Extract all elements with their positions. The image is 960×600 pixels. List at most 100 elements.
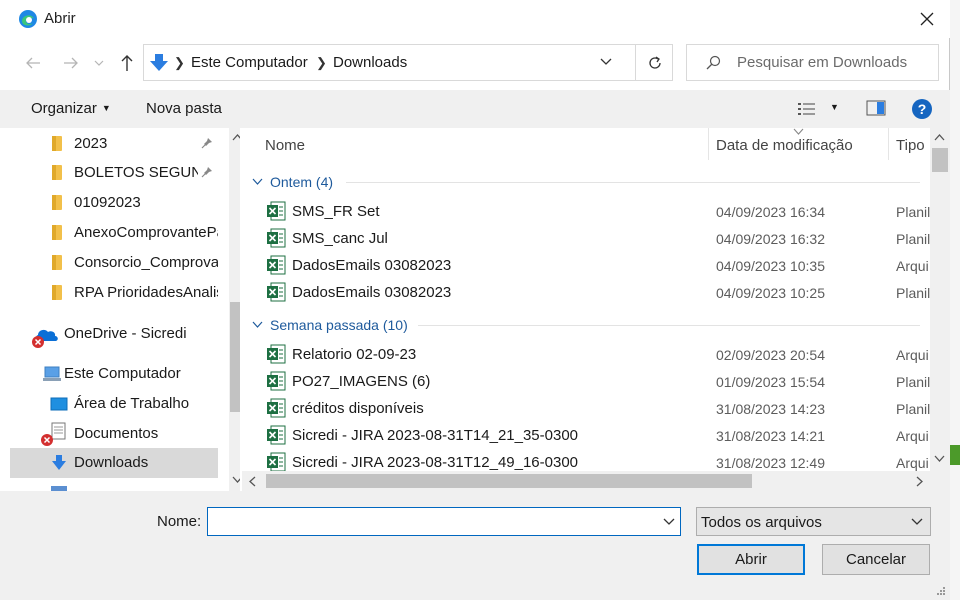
file-type: Arqui: [896, 455, 929, 471]
address-history-chevron-icon[interactable]: [599, 54, 613, 68]
view-options-icon[interactable]: [797, 101, 819, 117]
file-date: 31/08/2023 14:23: [716, 401, 825, 417]
file-row[interactable]: DadosEmails 03082023 04/09/2023 10:25 Pl…: [262, 280, 930, 307]
file-row[interactable]: SMS_FR Set 04/09/2023 16:34 Planil: [262, 199, 930, 226]
refresh-button[interactable]: [635, 45, 673, 80]
scroll-down-icon[interactable]: [934, 455, 945, 463]
group-collapse-icon[interactable]: [252, 178, 263, 185]
file-list-horizontal-scrollbar[interactable]: [242, 471, 930, 491]
file-name-field[interactable]: [207, 507, 681, 536]
sidebar-item-este-computador[interactable]: Este Computador: [10, 359, 218, 389]
navigation-pane: 2023 BOLETOS SEGUND. 01092023 AnexoCompr…: [10, 128, 240, 491]
file-row[interactable]: SMS_canc Jul 04/09/2023 16:32 Planil: [262, 226, 930, 253]
search-icon: [706, 55, 721, 70]
file-name: DadosEmails 03082023: [292, 284, 452, 301]
scroll-left-icon[interactable]: [248, 476, 256, 487]
sidebar-item-label: Este Computador: [64, 365, 181, 382]
pin-icon[interactable]: [201, 166, 213, 178]
organize-menu-button[interactable]: Organizar ▼: [31, 100, 111, 117]
title-bar: Abrir: [0, 0, 950, 38]
scroll-right-icon[interactable]: [916, 476, 924, 487]
breadcrumb-este-computador[interactable]: Este Computador: [191, 54, 308, 71]
group-header-semana-passada[interactable]: Semana passada (10): [270, 317, 408, 333]
arrow-up-icon: [121, 55, 133, 71]
cancel-button[interactable]: Cancelar: [822, 544, 930, 575]
view-options-caret-icon[interactable]: ▼: [830, 102, 839, 112]
sidebar-item-rpa[interactable]: RPA PrioridadesAnalis: [10, 278, 218, 308]
file-row[interactable]: Sicredi - JIRA 2023-08-31T14_21_35-0300 …: [262, 423, 930, 450]
sidebar-item-onedrive[interactable]: OneDrive - Sicredi: [10, 319, 218, 349]
back-button[interactable]: [19, 50, 47, 76]
file-list-vertical-scrollbar[interactable]: [930, 128, 950, 471]
file-list: Nome Data de modificação Tipo Ontem (4) …: [242, 128, 950, 491]
navigation-scrollbar[interactable]: [229, 128, 240, 491]
scrollbar-thumb[interactable]: [266, 474, 752, 488]
up-button[interactable]: [113, 50, 141, 76]
column-divider[interactable]: [888, 128, 889, 160]
sidebar-item-boletos[interactable]: BOLETOS SEGUND.: [10, 158, 218, 188]
search-box[interactable]: Pesquisar em Downloads: [686, 44, 939, 81]
excel-file-icon: [267, 425, 286, 445]
column-header-date[interactable]: Data de modificação: [716, 137, 853, 154]
command-toolbar: Organizar ▼ Nova pasta ▼ ?: [0, 90, 950, 128]
folder-icon: [52, 225, 62, 240]
file-row[interactable]: PO27_IMAGENS (6) 01/09/2023 15:54 Planil: [262, 369, 930, 396]
scroll-up-icon[interactable]: [232, 133, 240, 141]
file-name-input[interactable]: [208, 508, 648, 535]
scroll-up-icon[interactable]: [934, 133, 945, 141]
downloads-location-icon: [150, 54, 168, 71]
pin-icon[interactable]: [201, 137, 213, 149]
group-header-ontem[interactable]: Ontem (4): [270, 174, 333, 190]
sidebar-item-label: OneDrive - Sicredi: [64, 325, 187, 342]
file-type: Planil: [896, 285, 930, 301]
sidebar-item-partial[interactable]: [10, 480, 218, 491]
sidebar-item-01092023[interactable]: 01092023: [10, 188, 218, 218]
file-type-filter-value: Todos os arquivos: [701, 514, 822, 531]
sidebar-item-label: AnexoComprovantePa: [74, 224, 218, 241]
group-collapse-icon[interactable]: [252, 321, 263, 328]
edge-browser-icon: [19, 10, 37, 28]
desktop-icon: [50, 397, 68, 411]
background-app-edge: [950, 0, 960, 600]
folder-icon: [52, 136, 62, 151]
file-date: 01/09/2023 15:54: [716, 374, 825, 390]
column-header-name[interactable]: Nome: [265, 137, 305, 154]
new-folder-button[interactable]: Nova pasta: [146, 100, 222, 117]
help-icon[interactable]: ?: [911, 98, 933, 120]
forward-button[interactable]: [57, 50, 85, 76]
sidebar-item-anexo[interactable]: AnexoComprovantePa: [10, 218, 218, 248]
sidebar-item-label: RPA PrioridadesAnalis: [74, 284, 218, 301]
breadcrumb-downloads[interactable]: Downloads: [333, 54, 407, 71]
sidebar-item-downloads[interactable]: Downloads: [10, 448, 218, 478]
column-header-type[interactable]: Tipo: [896, 137, 930, 154]
resize-grip-icon[interactable]: [936, 586, 946, 596]
close-button[interactable]: [904, 0, 950, 38]
sidebar-item-2023[interactable]: 2023: [10, 129, 218, 159]
recent-locations-button[interactable]: [88, 50, 110, 76]
address-bar[interactable]: ❯ Este Computador ❯ Downloads: [143, 44, 673, 81]
open-button[interactable]: Abrir: [697, 544, 805, 575]
sidebar-item-area-de-trabalho[interactable]: Área de Trabalho: [10, 389, 218, 419]
preview-pane-icon[interactable]: [866, 100, 886, 116]
file-row[interactable]: DadosEmails 03082023 04/09/2023 10:35 Ar…: [262, 253, 930, 280]
arrow-left-icon: [26, 57, 40, 69]
file-type-filter[interactable]: Todos os arquivos: [696, 507, 931, 536]
excel-file-icon: [267, 255, 286, 275]
file-type: Arqui: [896, 428, 929, 444]
chevron-down-icon: [911, 518, 923, 525]
scrollbar-thumb[interactable]: [932, 148, 948, 172]
file-row[interactable]: créditos disponíveis 31/08/2023 14:23 Pl…: [262, 396, 930, 423]
scroll-down-icon[interactable]: [232, 476, 240, 484]
sidebar-item-documentos[interactable]: Documentos: [10, 419, 218, 449]
file-date: 04/09/2023 16:32: [716, 231, 825, 247]
scrollbar-thumb[interactable]: [230, 302, 240, 412]
sidebar-item-consorcio[interactable]: Consorcio_Comprovar: [10, 248, 218, 278]
chevron-down-icon[interactable]: [662, 514, 676, 528]
documents-icon: [41, 422, 66, 446]
file-date: 31/08/2023 14:21: [716, 428, 825, 444]
excel-file-icon: [267, 228, 286, 248]
file-row[interactable]: Relatorio 02-09-23 02/09/2023 20:54 Arqu…: [262, 342, 930, 369]
file-name: SMS_FR Set: [292, 203, 380, 220]
column-divider[interactable]: [708, 128, 709, 160]
folder-icon: [52, 195, 62, 210]
